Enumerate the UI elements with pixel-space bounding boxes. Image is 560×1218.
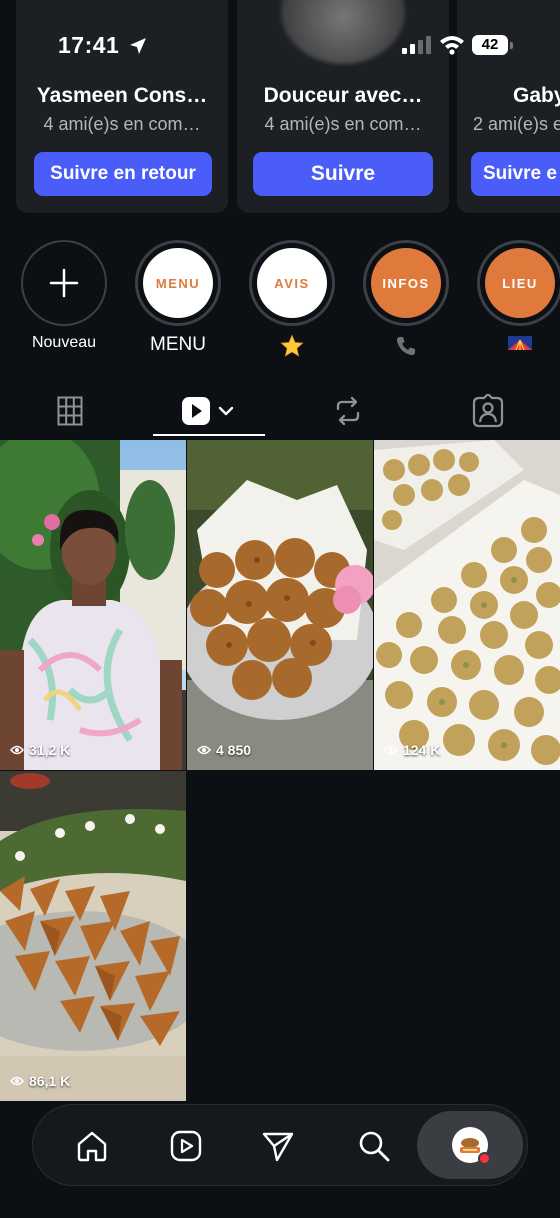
tab-reposts[interactable] [292,386,404,436]
nav-reels[interactable] [141,1105,231,1187]
repost-icon [336,396,360,426]
reel-thumbnail[interactable]: 4 850 [187,440,373,770]
view-count: 31,2 K [10,742,70,758]
suggestion-mutual: 2 ami(e)s en [473,114,560,134]
eye-icon [197,745,211,755]
view-count-text: 4 850 [216,742,252,758]
reel-thumbnail[interactable]: 124 K [374,440,560,770]
highlight-label [246,334,338,363]
highlight-ring: LIEU [477,240,560,326]
view-count: 4 850 [197,742,251,758]
highlight-label [474,334,560,357]
view-count-text: 31,2 K [29,742,71,758]
highlight-cover: INFOS [371,248,441,318]
highlight-ring: AVIS [249,240,335,326]
new-highlight-ring[interactable] [21,240,107,326]
highlight-label: Nouveau [31,334,97,351]
battery-tip [510,42,513,49]
send-icon [262,1132,294,1162]
view-count: 124 K [384,742,440,758]
nav-profile[interactable] [417,1111,523,1179]
story-highlights: Nouveau MENU MENU AVIS INFOS LIEU [0,240,560,365]
view-count-text: 124 K [403,742,441,758]
tab-tagged[interactable] [432,386,544,436]
highlight-lieu[interactable]: LIEU [474,240,560,357]
plus-icon [49,268,79,298]
follow-back-button[interactable]: Suivre en retour [34,152,212,196]
highlight-cover: AVIS [257,248,327,318]
highlight-label: MENU [150,334,206,355]
eye-icon [10,745,24,755]
home-icon [77,1131,107,1162]
reels-play-icon [182,397,234,425]
highlight-menu[interactable]: MENU MENU [132,240,224,356]
woman-portrait-image [0,440,186,770]
tab-grid[interactable] [14,386,126,436]
highlight-ring: MENU [135,240,221,326]
bottom-navigation [32,1104,528,1186]
follow-button[interactable]: Suivre [253,152,433,196]
status-time: 17:41 [58,32,120,58]
tagged-person-icon [472,394,504,428]
highlight-cover: LIEU [485,248,555,318]
grid-icon [57,396,83,426]
fritters-plate-image [187,440,373,770]
reel-thumbnail[interactable]: 31,2 K [0,440,186,770]
eye-icon [10,1076,24,1086]
tab-reels[interactable] [153,386,265,436]
search-icon [359,1131,390,1162]
cell-signal-icon [402,36,431,54]
nav-home[interactable] [47,1105,137,1187]
phone-emoji-icon [396,337,415,356]
eye-icon [384,745,398,755]
follow-back-button[interactable]: Suivre e [471,152,560,196]
view-count-text: 86,1 K [29,1073,71,1089]
battery-indicator: 42 [472,35,508,55]
reel-thumbnail[interactable]: 86,1 K [0,771,186,1101]
highlight-label [360,334,452,363]
notification-dot [478,1152,491,1165]
highlight-infos[interactable]: INFOS [360,240,452,363]
nav-messages[interactable] [233,1105,323,1187]
nav-search[interactable] [329,1105,419,1187]
active-tab-indicator [153,434,265,436]
highlight-ring: INFOS [363,240,449,326]
suggestion-mutual: 4 ami(e)s en com… [264,114,422,134]
suggestion-mutual: 4 ami(e)s en com… [43,114,201,134]
reels-icon [170,1130,202,1162]
view-count: 86,1 K [10,1073,70,1089]
highlight-new[interactable]: Nouveau [18,240,110,352]
wifi-icon [440,36,464,55]
star-emoji-icon [280,334,304,357]
fritters-tray-image [374,440,560,770]
status-bar: 17:41 42 [0,0,560,90]
flag-emoji-icon [508,336,532,351]
samosas-platter-image [0,771,186,1101]
highlight-avis[interactable]: AVIS [246,240,338,363]
location-arrow-icon [130,38,146,54]
highlight-cover: MENU [143,248,213,318]
profile-avatar [452,1127,491,1165]
profile-tabs [0,386,560,440]
